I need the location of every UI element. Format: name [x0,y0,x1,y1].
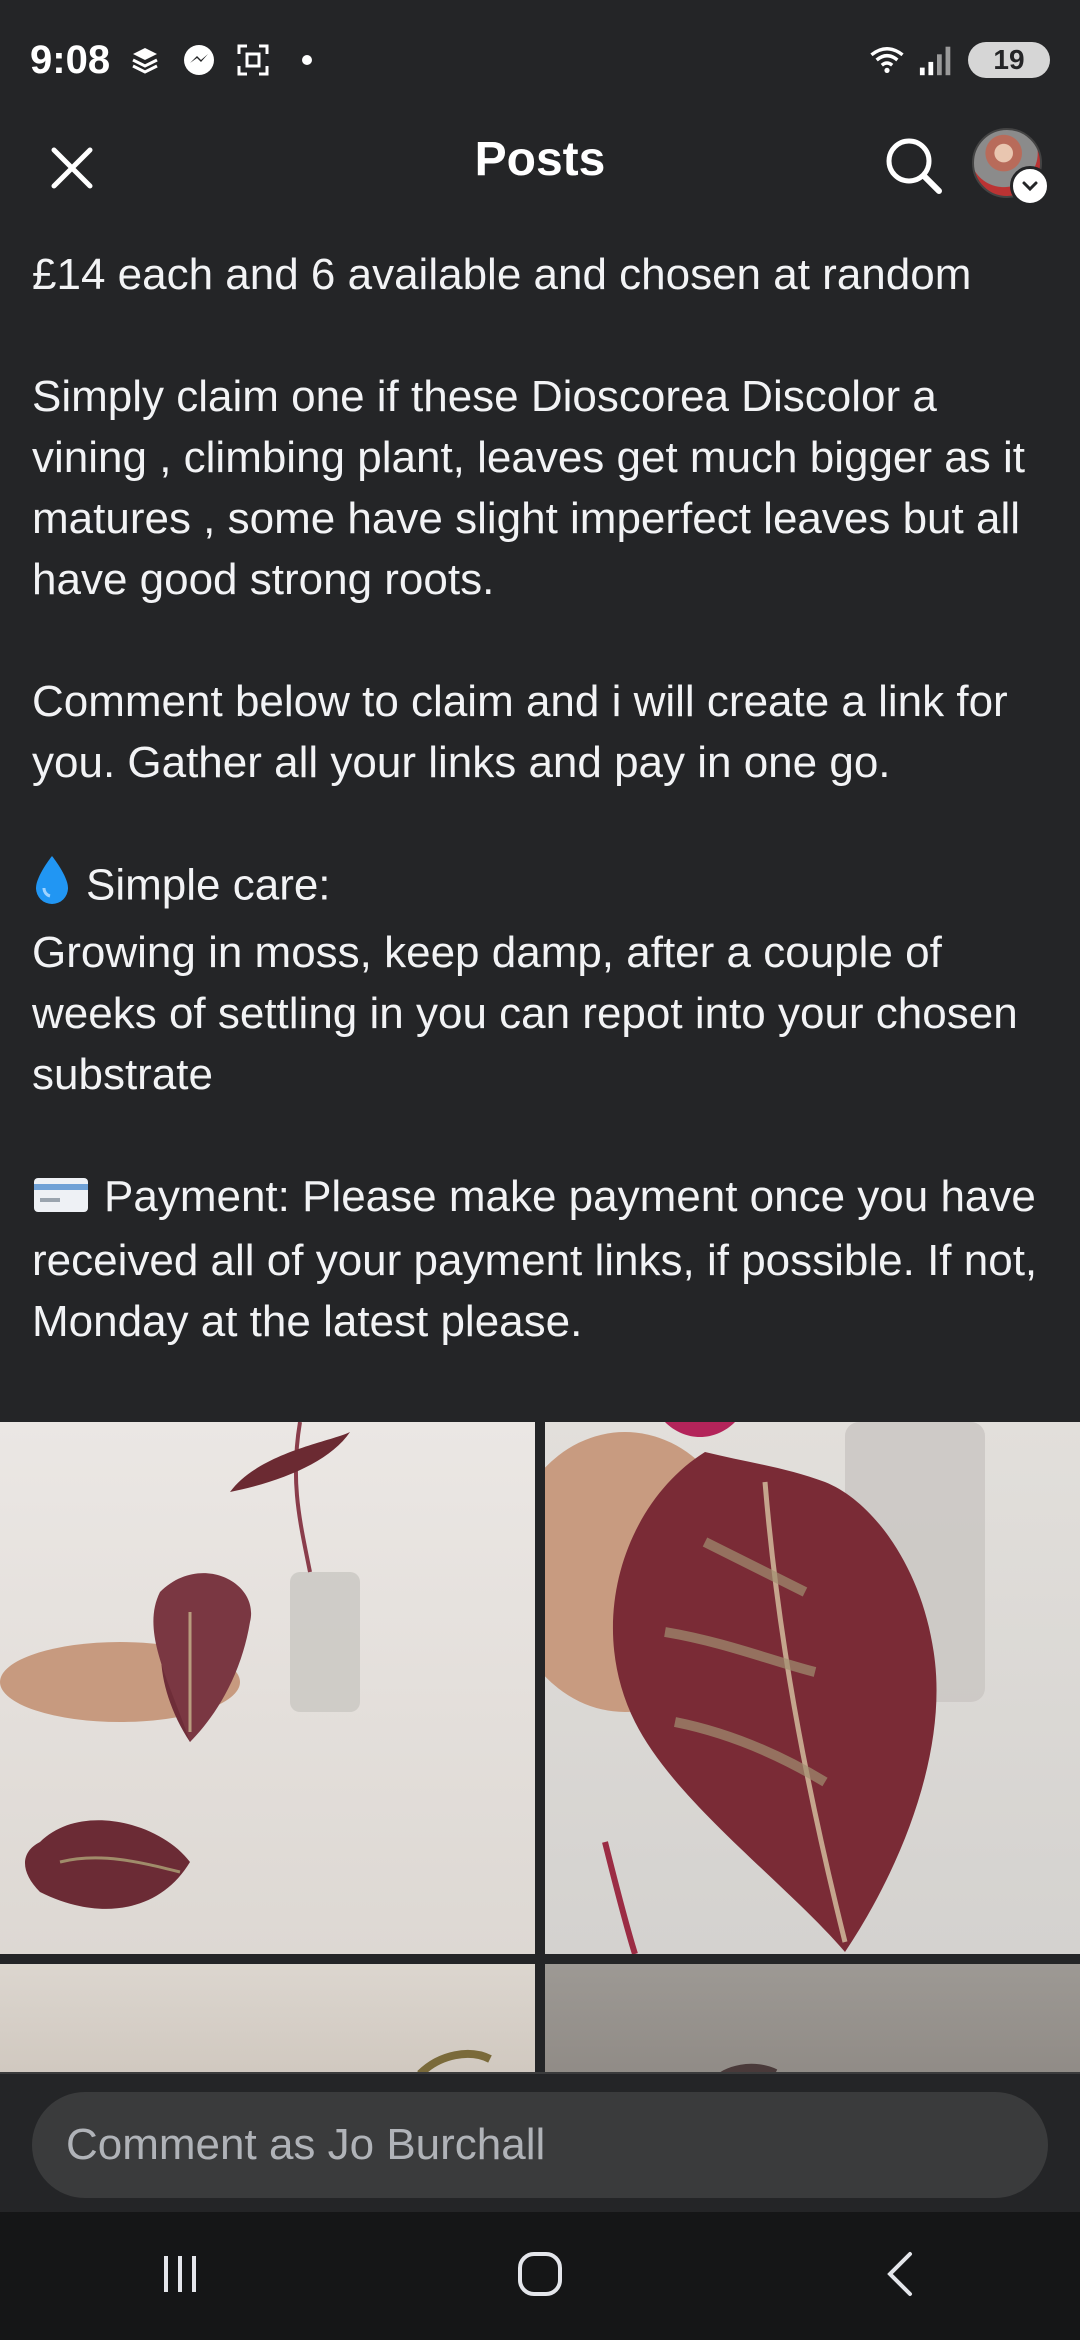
search-button[interactable] [876,130,950,204]
post-photo-2[interactable] [545,1422,1080,1954]
messenger-icon [180,41,218,79]
credit-card-icon [32,1169,90,1230]
home-icon [516,2250,564,2303]
home-button[interactable] [480,2226,600,2326]
recent-apps-icon [158,2252,202,2301]
payment-line: Payment: Please make payment once you ha… [32,1166,1052,1352]
profile-menu-button[interactable] [972,128,1050,206]
droplet-icon [32,854,72,922]
comment-input[interactable]: Comment as Jo Burchall [32,2092,1048,2198]
battery-indicator: 19 [968,42,1050,78]
status-bar: 9:08 19 [0,0,1080,120]
back-button[interactable] [840,2226,960,2326]
status-right: 19 [868,41,1050,79]
dot-icon [288,41,326,79]
screenshot-icon [234,41,272,79]
post-photo-4[interactable] [545,1964,1080,2072]
photo-grid [0,1422,1080,2072]
signal-icon [918,41,956,79]
post-price-line: £14 each and 6 available and chosen at r… [32,250,972,299]
layers-icon [126,41,164,79]
back-icon [880,2250,920,2303]
care-heading-line: Simple care: [32,854,1052,922]
recent-apps-button[interactable] [120,2226,240,2326]
status-time: 9:08 [30,37,111,82]
wifi-icon [868,41,906,79]
post-description: Simply claim one if these Dioscorea Disc… [32,372,1025,604]
post-body: £14 each and 6 available and chosen at r… [32,244,1052,1352]
care-text: Growing in moss, keep damp, after a coup… [32,928,1018,1099]
search-icon [881,133,945,202]
post-photo-3[interactable] [0,1964,535,2072]
care-heading: Simple care: [86,860,331,910]
comment-bar: Comment as Jo Burchall [0,2072,1080,2214]
post-photo-1[interactable] [0,1422,535,1954]
status-left: 9:08 [30,38,326,83]
chevron-down-icon [1010,166,1050,206]
payment-text: Payment: Please make payment once you ha… [32,1172,1038,1346]
post-claim-instructions: Comment below to claim and i will create… [32,677,1008,787]
header: Posts [0,120,1080,206]
system-nav-bar [0,2212,1080,2340]
